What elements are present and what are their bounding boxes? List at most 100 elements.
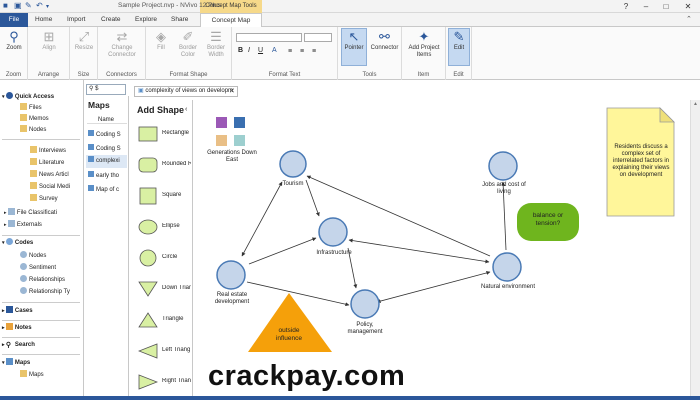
group-item: ✦ Add Project Items Item [402, 27, 446, 80]
tab-explore[interactable]: Explore [130, 13, 162, 27]
resize-button[interactable]: ⤢ Resize [71, 29, 97, 52]
save-icon[interactable]: ▣ [14, 1, 22, 10]
node-jobs[interactable] [488, 151, 518, 181]
collapse-pane-icon[interactable]: ‹ [185, 106, 187, 113]
nav-item-maps[interactable]: Maps [20, 370, 44, 381]
node-tourism[interactable] [279, 150, 307, 178]
folder-icon [30, 158, 37, 165]
nav-item-news-articles[interactable]: News Articl [30, 170, 69, 181]
shape-item-down-triangle[interactable]: Down Trian [133, 275, 193, 306]
nav-cases[interactable]: ▸ Cases [2, 306, 33, 317]
node-real-estate[interactable] [216, 260, 246, 290]
node-infrastructure[interactable] [318, 217, 348, 247]
square-shape-icon [139, 187, 157, 205]
align-left-icon[interactable]: ≡ [288, 48, 292, 55]
shape-item-rectangle[interactable]: Rectangle [133, 120, 193, 151]
divider [2, 320, 80, 321]
list-item-selected[interactable]: complexi [86, 155, 127, 168]
close-tab-icon[interactable]: ✕ [229, 87, 235, 95]
zoom-button[interactable]: ⚲ Zoom [2, 29, 26, 52]
shape-item-left-triangle[interactable]: Left Triang [133, 337, 193, 368]
italic-button[interactable]: I [248, 47, 250, 54]
node-label-policy: Policy, management [347, 322, 383, 335]
node-policy[interactable] [350, 289, 380, 319]
right-triangle-shape-icon [138, 374, 158, 390]
nav-search[interactable]: ▸ ⚲ Search [2, 340, 35, 351]
list-item[interactable]: early tho [88, 171, 119, 179]
list-item[interactable]: Map of c [88, 185, 119, 193]
connector-realestate-policy[interactable] [246, 281, 350, 307]
border-width-button[interactable]: ☰ Border Width [203, 29, 229, 59]
tab-concept-map[interactable]: Concept Map [200, 13, 262, 27]
add-project-items-button[interactable]: ✦ Add Project Items [405, 29, 443, 59]
collapse-ribbon-icon[interactable]: ⌃ [686, 15, 692, 23]
nav-item-nodes[interactable]: Nodes [20, 125, 46, 136]
border-color-button[interactable]: ✐ Border Color [176, 29, 200, 59]
shape-item-ellipse[interactable]: Ellipse [133, 213, 193, 244]
nav-item-codes-nodes[interactable]: Nodes [20, 251, 46, 262]
scroll-up-icon[interactable]: ▲ [693, 101, 698, 107]
fill-button[interactable]: ◈ Fill [149, 29, 173, 52]
nav-item-relationships[interactable]: Relationships [20, 275, 65, 286]
tab-create[interactable]: Create [96, 13, 126, 27]
tab-import[interactable]: Import [62, 13, 90, 27]
edit-button[interactable]: ✎ Edit [448, 28, 470, 66]
name-column-header[interactable]: Name [87, 117, 127, 124]
legend-swatch-teal [234, 135, 245, 146]
bold-button[interactable]: B [238, 47, 243, 54]
nav-codes[interactable]: ▾ Codes [2, 238, 33, 249]
shape-item-square[interactable]: Square [133, 182, 193, 213]
nav-item-externals[interactable]: ▸ Externals [4, 220, 42, 231]
connector-tourism-realestate[interactable] [241, 181, 283, 257]
callout-outside-influence[interactable] [248, 293, 332, 352]
nav-item-file-classifications[interactable]: ▸ File Classificati [4, 208, 57, 219]
undo-icon[interactable]: ↶ [36, 1, 43, 10]
close-button[interactable]: ✕ [680, 0, 696, 13]
nav-maps[interactable]: ▾ Maps [2, 358, 30, 369]
connector-infrastructure-natural[interactable] [348, 238, 490, 264]
list-item[interactable]: Coding S [88, 130, 121, 138]
nav-notes[interactable]: ▸ Notes [2, 323, 32, 334]
nav-item-memos[interactable]: Memos [20, 114, 49, 125]
nav-item-files[interactable]: Files [20, 103, 42, 114]
pointer-button[interactable]: ↖ Pointer [341, 28, 367, 66]
list-item[interactable]: Coding S [88, 144, 121, 152]
font-size-select[interactable] [304, 33, 332, 42]
nav-item-social-media[interactable]: Social Medi [30, 182, 70, 193]
circle-shape-icon [139, 249, 157, 267]
concept-map-canvas[interactable]: Generations Down East Tourism Jobs and c… [194, 100, 690, 396]
shape-item-triangle[interactable]: Triangle [133, 306, 193, 337]
nav-item-relationship-types[interactable]: Relationship Ty [20, 287, 70, 298]
font-color-button[interactable]: A [272, 47, 277, 54]
shape-item-rounded-rectangle[interactable]: Rounded R [133, 151, 193, 182]
tab-file[interactable]: File [0, 13, 28, 27]
nav-item-sentiment[interactable]: Sentiment [20, 263, 56, 274]
change-connector-button[interactable]: ⇄ Change Connector [102, 29, 142, 59]
tab-share[interactable]: Share [166, 13, 193, 27]
tab-home[interactable]: Home [30, 13, 57, 27]
nav-item-literature[interactable]: Literature [30, 158, 64, 169]
help-button[interactable]: ? [618, 0, 634, 13]
connector-button[interactable]: ⚯ Connector [369, 29, 400, 52]
nav-item-interviews[interactable]: Interviews [30, 146, 66, 157]
minimize-button[interactable]: – [638, 0, 654, 13]
nav-item-survey[interactable]: Survey [30, 194, 58, 205]
search-input[interactable]: ⚲ $ [86, 84, 126, 95]
maximize-button[interactable]: □ [658, 0, 674, 13]
font-family-select[interactable] [236, 33, 302, 42]
shape-item-right-triangle[interactable]: Right Trian [133, 368, 193, 399]
down-triangle-shape-icon [138, 281, 158, 297]
node-natural-environment[interactable] [492, 252, 522, 282]
callout-balance-label: balance or tension? [532, 212, 564, 227]
align-center-icon[interactable]: ≡ [300, 48, 304, 55]
shape-item-circle[interactable]: Circle [133, 244, 193, 275]
edit-icon[interactable]: ✎ [25, 1, 32, 10]
align-button[interactable]: ⊞ Align [36, 29, 62, 52]
align-right-icon[interactable]: ≡ [312, 48, 316, 55]
legend-swatch-tan [216, 135, 227, 146]
document-tab[interactable]: ▣ complexity of views on developm [134, 86, 238, 97]
vertical-scrollbar[interactable]: ▲ [690, 100, 700, 396]
quick-access-dropdown-icon[interactable]: ▾ [46, 3, 49, 10]
underline-button[interactable]: U [258, 47, 263, 54]
nav-quick-access[interactable]: ▾ Quick Access [2, 92, 54, 103]
